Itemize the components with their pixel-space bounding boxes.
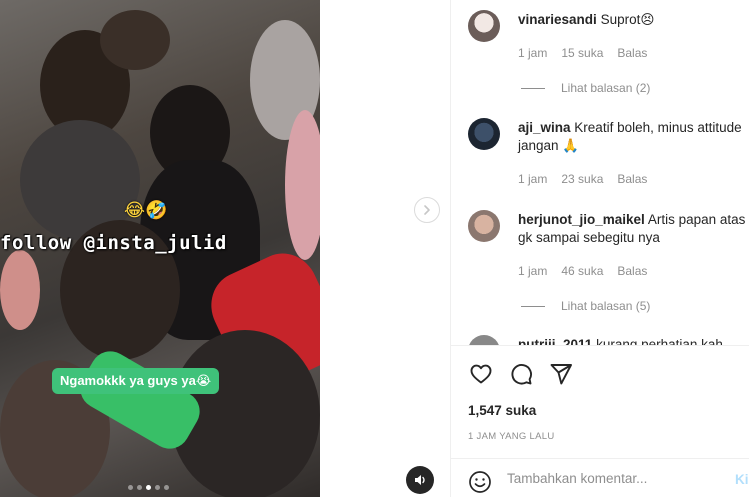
comment-username[interactable]: vinariesandi (518, 12, 597, 27)
comment-body: aji_wina Kreatif boleh, minus attitude j… (518, 119, 748, 155)
replies-divider-line (521, 305, 545, 307)
video-emoji-overlay: 😂🤣 (124, 200, 168, 220)
view-replies-button[interactable]: Lihat balasan (5) (521, 299, 650, 313)
comment-username[interactable]: aji_wina (518, 120, 571, 135)
post-time[interactable]: 1 JAM YANG LALU (468, 431, 555, 442)
post-details-panel: vinariesandi Suprot😣 1 jam 15 suka Balas… (450, 0, 749, 497)
carousel-dot[interactable] (164, 485, 169, 490)
carousel-dot[interactable] (137, 485, 142, 490)
video-caption: Ngamokkk ya guys ya😭 (52, 368, 220, 394)
comment-meta: 1 jam 23 suka Balas (518, 172, 647, 186)
comment-body: vinariesandi Suprot😣 (518, 11, 748, 29)
comment-time: 1 jam (518, 172, 548, 186)
avatar[interactable] (468, 335, 500, 345)
likes-count[interactable]: 1,547 suka (468, 403, 536, 418)
comment-username[interactable]: herjunot_jio_maikel (518, 212, 645, 227)
avatar[interactable] (468, 210, 500, 242)
video-watermark: follow @insta_julid (0, 232, 227, 254)
post-media: 😂🤣 follow @insta_julid Ngamokkk ya guys … (0, 0, 450, 497)
replies-divider-line (521, 87, 545, 89)
comment-body: herjunot_jio_maikel Artis papan atas gk … (518, 211, 748, 247)
carousel-dot-active[interactable] (146, 485, 151, 490)
video-player[interactable]: 😂🤣 follow @insta_julid Ngamokkk ya guys … (0, 0, 320, 497)
video-scene-part (100, 10, 170, 70)
sound-toggle-button[interactable] (406, 466, 434, 494)
post-comment-button[interactable]: Ki (735, 472, 749, 487)
view-replies-label: Lihat balasan (5) (561, 299, 651, 313)
carousel-dots (128, 485, 169, 490)
comment-button[interactable] (508, 361, 534, 387)
comment-likes[interactable]: 15 suka (561, 46, 603, 60)
comment-text: kurang perhatian kah (596, 337, 723, 345)
video-scene-part (285, 110, 320, 260)
comment-likes[interactable]: 46 suka (561, 264, 603, 278)
comment-text: Suprot😣 (600, 12, 655, 27)
comment-likes[interactable]: 23 suka (561, 172, 603, 186)
comment-meta: 1 jam 46 suka Balas (518, 264, 647, 278)
carousel-dot[interactable] (128, 485, 133, 490)
avatar[interactable] (468, 10, 500, 42)
comment-body: putriii_2011 kurang perhatian kah (518, 336, 748, 345)
section-divider (451, 345, 749, 346)
comment-username[interactable]: putriii_2011 (518, 337, 592, 345)
comment-time: 1 jam (518, 46, 548, 60)
view-replies-button[interactable]: Lihat balasan (2) (521, 81, 650, 95)
reply-button[interactable]: Balas (617, 264, 647, 278)
reply-button[interactable]: Balas (617, 46, 647, 60)
reply-button[interactable]: Balas (617, 172, 647, 186)
like-button[interactable] (468, 361, 494, 387)
carousel-dot[interactable] (155, 485, 160, 490)
next-media-button[interactable] (414, 197, 440, 223)
chevron-right-icon (424, 205, 430, 215)
speaker-icon (415, 475, 425, 485)
heart-icon (470, 364, 492, 384)
comment-time: 1 jam (518, 264, 548, 278)
video-scene-part (0, 250, 40, 330)
add-comment-bar: Ki (451, 458, 749, 497)
share-button[interactable] (548, 361, 574, 387)
post-actions (468, 361, 574, 387)
send-icon (550, 364, 572, 385)
comment-icon (511, 364, 532, 385)
smile-icon[interactable] (468, 470, 492, 494)
view-replies-label: Lihat balasan (2) (561, 81, 651, 95)
comment-input[interactable] (507, 471, 677, 486)
comments-list[interactable]: vinariesandi Suprot😣 1 jam 15 suka Balas… (451, 0, 749, 345)
comment-meta: 1 jam 15 suka Balas (518, 46, 647, 60)
avatar[interactable] (468, 118, 500, 150)
